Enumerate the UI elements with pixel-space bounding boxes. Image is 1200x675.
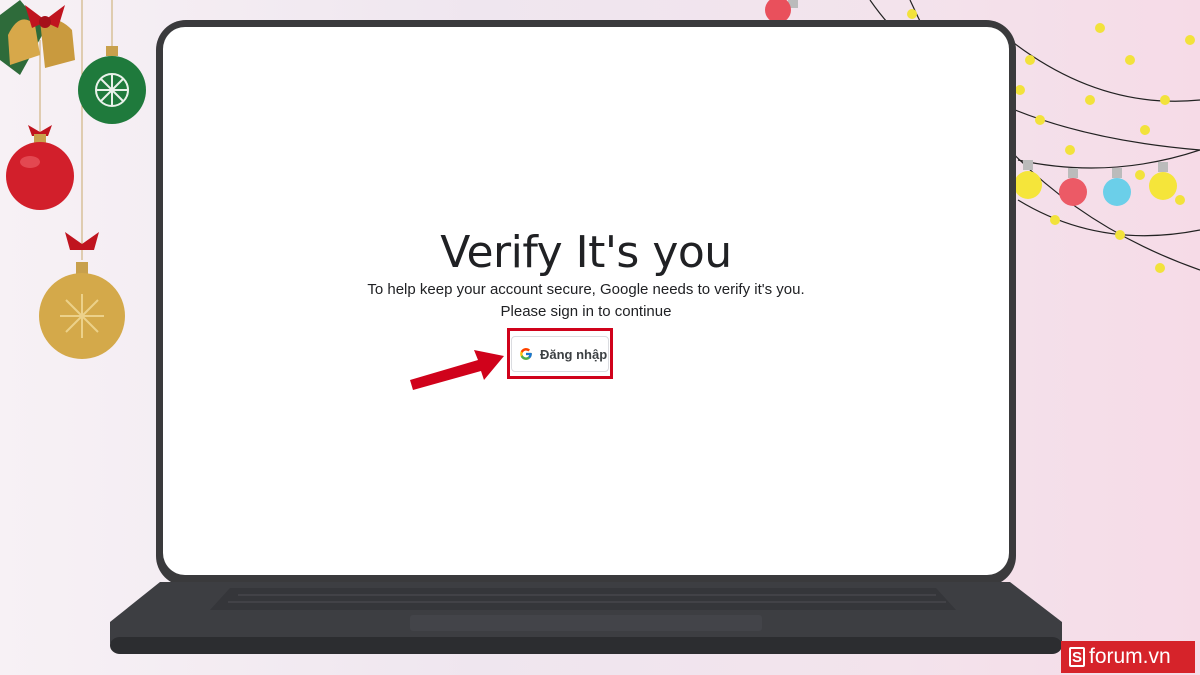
google-signin-button[interactable]: Đăng nhập [511, 336, 609, 372]
description-line-1: To help keep your account secure, Google… [367, 281, 805, 298]
page-title: Verify It's you [440, 227, 732, 278]
sforum-site-name: forum.vn [1089, 645, 1171, 668]
sforum-watermark: S forum.vn [1061, 641, 1195, 673]
laptop-keyboard-base [110, 582, 1062, 654]
google-g-icon [520, 348, 532, 360]
signin-button-label: Đăng nhập [540, 346, 608, 362]
laptop-screen: Verify It's you To help keep your accoun… [163, 27, 1009, 575]
description-line-2: Please sign in to continue [500, 303, 672, 320]
sforum-logo-icon: S [1069, 647, 1085, 667]
page-description: To help keep your account secure, Google… [163, 279, 1009, 323]
